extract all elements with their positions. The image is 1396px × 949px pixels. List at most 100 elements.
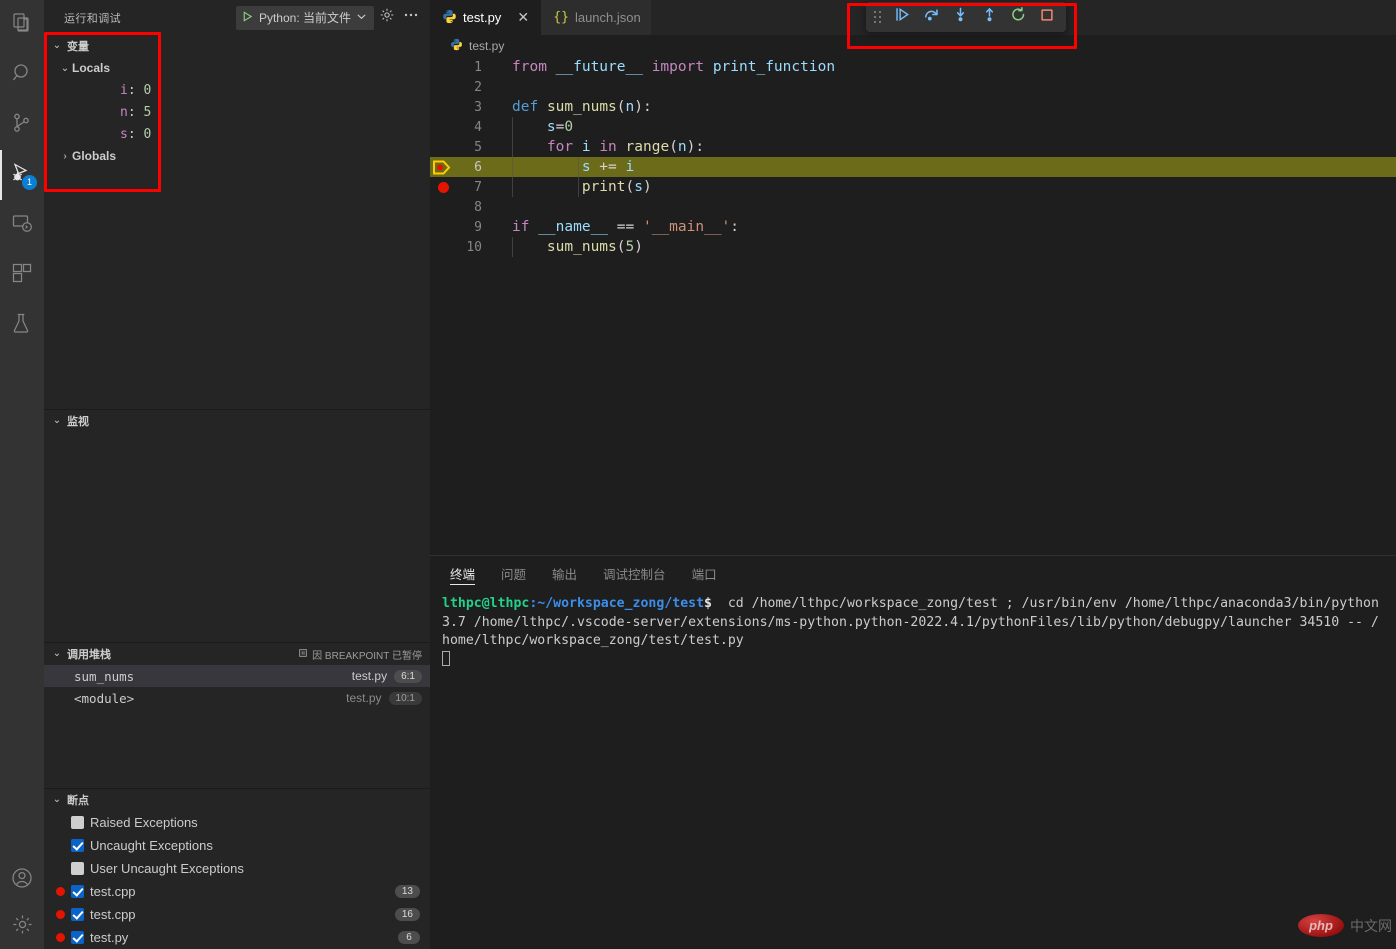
breakpoint-dot-icon: [56, 933, 65, 942]
panel-tab-label: 端口: [692, 564, 717, 583]
panel-tab-output[interactable]: 输出: [552, 556, 577, 591]
activitybar-item-search[interactable]: [0, 50, 44, 100]
variable-value: 0: [143, 83, 151, 98]
breakpoint-glyph[interactable]: [430, 182, 456, 193]
breakpoint-dot-icon: [56, 818, 65, 827]
activitybar-item-explorer[interactable]: [0, 0, 44, 50]
breakpoint-checkbox[interactable]: [71, 908, 84, 921]
activity-bar: 1: [0, 0, 44, 949]
breakpoint-row-user-uncaught-exceptions[interactable]: User Uncaught Exceptions: [44, 857, 430, 880]
code-line-10: 10 sum_nums(5): [430, 237, 1396, 257]
code-text: sum_nums(5): [486, 237, 1396, 257]
activitybar-item-manage[interactable]: [0, 905, 44, 949]
debug-restart-button[interactable]: [1007, 6, 1029, 28]
breakpoint-checkbox[interactable]: [71, 839, 84, 852]
tab-launch-json[interactable]: {} launch.json: [541, 0, 650, 35]
variables-tree: ⌄ Locals i : 0 n : 5 s :: [44, 57, 430, 409]
line-number: 5: [456, 140, 486, 155]
watch-title: 监视: [67, 413, 89, 429]
frame-name: <module>: [74, 691, 134, 706]
breakpoints-list: Raised Exceptions Uncaught Exceptions Us…: [44, 811, 430, 949]
editor-area: test.py ✕ {} launch.json test.py 1: [430, 0, 1396, 949]
callstack-header[interactable]: ⌄ 调用堆栈 因 BREAKPOINT 已暂停: [44, 643, 430, 665]
terminal-cursor: [442, 651, 450, 666]
gear-icon: [379, 7, 395, 28]
breakpoint-label: test.py: [90, 930, 128, 945]
code-line-9: 9 if __name__ == '__main__':: [430, 217, 1396, 237]
tab-label: test.py: [463, 10, 501, 25]
variable-value: 0: [143, 127, 151, 142]
python-icon: [442, 9, 457, 27]
variables-scope-globals[interactable]: › Globals: [44, 145, 430, 167]
breakpoint-row-uncaught-exceptions[interactable]: Uncaught Exceptions: [44, 834, 430, 857]
line-number: 1: [456, 60, 486, 75]
variable-row-i[interactable]: i : 0: [44, 79, 430, 101]
grip-icon[interactable]: [874, 11, 882, 24]
panel-tab-label: 终端: [450, 564, 475, 583]
panel-tab-terminal[interactable]: 终端: [450, 556, 475, 591]
breakpoint-dot-icon: [56, 910, 65, 919]
breakpoint-row-test-cpp-16[interactable]: test.cpp 16: [44, 903, 430, 926]
breakpoint-label: Raised Exceptions: [90, 815, 198, 830]
callstack-status: 因 BREAKPOINT 已暂停: [298, 647, 422, 662]
debug-stop-button[interactable]: [1036, 6, 1058, 28]
breakpoint-checkbox[interactable]: [71, 862, 84, 875]
chevron-down-icon: ⌄: [50, 795, 64, 805]
terminal-output[interactable]: lthpc@lthpc:~/workspace_zong/test$ cd /h…: [430, 591, 1396, 949]
variables-scope-locals[interactable]: ⌄ Locals: [44, 57, 430, 79]
panel-tab-ports[interactable]: 端口: [692, 556, 717, 591]
debug-configure-button[interactable]: [376, 7, 398, 29]
breakpoints-header[interactable]: ⌄ 断点: [44, 789, 430, 811]
breadcrumb[interactable]: test.py: [430, 35, 1396, 57]
activitybar-item-testing[interactable]: [0, 300, 44, 350]
panel-tab-label: 调试控制台: [603, 564, 666, 583]
continue-icon: [894, 6, 911, 28]
breakpoint-row-raised-exceptions[interactable]: Raised Exceptions: [44, 811, 430, 834]
breakpoint-checkbox[interactable]: [71, 931, 84, 944]
tab-test-py[interactable]: test.py ✕: [430, 0, 541, 35]
watch-header[interactable]: ⌄ 监视: [44, 410, 430, 432]
current-execution-glyph[interactable]: [430, 160, 456, 175]
terminal-user: lthpc@lthpc: [442, 596, 529, 611]
breakpoint-label: test.cpp: [90, 884, 136, 899]
activitybar-item-run-and-debug[interactable]: 1: [0, 150, 44, 200]
activitybar-item-remote-explorer[interactable]: [0, 200, 44, 250]
code-text: s += i: [486, 157, 1396, 177]
panel-tab-debug-console[interactable]: 调试控制台: [603, 556, 666, 591]
code-line-6-current: 6 s += i: [430, 157, 1396, 177]
activitybar-item-extensions[interactable]: [0, 250, 44, 300]
code-line-1: 1 from __future__ import print_function: [430, 57, 1396, 77]
chevron-down-icon: [356, 11, 367, 25]
frame-name: sum_nums: [74, 669, 134, 684]
variable-row-s[interactable]: s : 0: [44, 123, 430, 145]
debug-toolbar[interactable]: [866, 2, 1066, 32]
chevron-down-icon: ⌄: [50, 649, 64, 659]
variables-header[interactable]: ⌄ 变量: [44, 35, 430, 57]
activitybar-item-source-control[interactable]: [0, 100, 44, 150]
debug-step-into-button[interactable]: [949, 6, 971, 28]
callstack-frame-module[interactable]: <module> test.py 10:1: [44, 687, 430, 709]
chevron-right-icon: ›: [58, 151, 72, 162]
sidebar-more-actions-button[interactable]: [400, 7, 422, 29]
breakpoint-line-number: 13: [395, 885, 420, 898]
variable-colon: :: [128, 127, 144, 142]
code-editor[interactable]: 1 from __future__ import print_function …: [430, 57, 1396, 555]
callstack-frame-sum-nums[interactable]: sum_nums test.py 6:1: [44, 665, 430, 687]
debug-step-over-button[interactable]: [920, 6, 942, 28]
debug-step-out-button[interactable]: [978, 6, 1000, 28]
terminal-cwd: :~/workspace_zong/test: [529, 596, 704, 611]
scope-label: Locals: [72, 61, 110, 75]
variable-row-n[interactable]: n : 5: [44, 101, 430, 123]
close-icon[interactable]: ✕: [515, 10, 531, 26]
breakpoint-row-test-py-6[interactable]: test.py 6: [44, 926, 430, 949]
bottom-panel: 终端 问题 输出 调试控制台 端口 lthpc@lthpc:~/workspac…: [430, 555, 1396, 949]
panel-tab-problems[interactable]: 问题: [501, 556, 526, 591]
json-icon: {}: [553, 10, 569, 25]
launch-config-selector[interactable]: Python: 当前文件: [236, 6, 374, 30]
breakpoint-row-test-cpp-13[interactable]: test.cpp 13: [44, 880, 430, 903]
breakpoint-checkbox[interactable]: [71, 816, 84, 829]
frame-position: 10:1: [389, 692, 422, 705]
activitybar-item-accounts[interactable]: [0, 855, 44, 905]
breakpoint-checkbox[interactable]: [71, 885, 84, 898]
debug-continue-button[interactable]: [891, 6, 913, 28]
